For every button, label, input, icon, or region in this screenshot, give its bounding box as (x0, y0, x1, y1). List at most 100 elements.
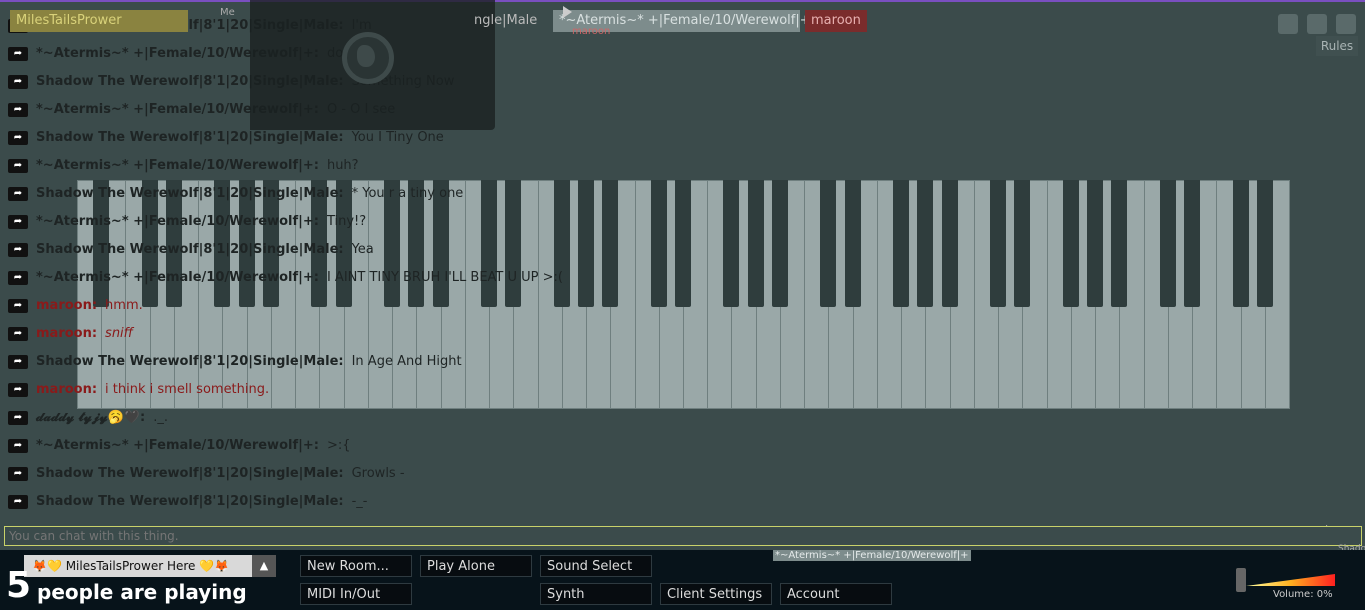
cursor-label-atermis: *~Atermis~* +|Female/10/Werewolf|+ (773, 550, 971, 561)
chat-author: Shadow The Werewolf|8'1|20|Single|Male: (36, 130, 344, 145)
reddit-icon[interactable] (1278, 14, 1298, 34)
new-room-button[interactable]: New Room... (300, 555, 412, 577)
participant-maroon[interactable]: maroon (805, 10, 867, 32)
reply-icon[interactable]: ➦ (8, 466, 28, 481)
volume-label: Volume: 0% (1273, 589, 1333, 600)
black-key[interactable] (941, 180, 958, 307)
sound-select-button[interactable]: Sound Select (540, 555, 652, 577)
reply-icon[interactable]: ➦ (8, 158, 28, 173)
black-key[interactable] (990, 180, 1007, 307)
volume-knob[interactable] (1236, 568, 1246, 592)
chat-author: *~Atermis~* +|Female/10/Werewolf|+: (36, 158, 319, 173)
chat-text: Yea (351, 242, 374, 257)
reply-icon[interactable]: ➦ (8, 438, 28, 453)
chat-author: *~Atermis~* +|Female/10/Werewolf|+: (36, 270, 319, 285)
chat-author: maroon: (36, 298, 98, 313)
chat-author: *~Atermis~* +|Female/10/Werewolf|+: (36, 214, 319, 229)
chat-author: maroon: (36, 326, 98, 341)
chat-text: hmm. (105, 298, 143, 313)
discord-icon[interactable] (1307, 14, 1327, 34)
black-key[interactable] (917, 180, 934, 307)
chat-text: Tiny!? (326, 214, 367, 229)
black-key[interactable] (1062, 180, 1079, 307)
chat-message: ➦ Shadow The Werewolf|8'1|20|Single|Male:… (8, 180, 708, 208)
reply-icon[interactable]: ➦ (8, 298, 28, 313)
reply-icon[interactable]: ➦ (8, 382, 28, 397)
chat-input[interactable] (4, 526, 1362, 546)
chat-author: maroon: (36, 382, 98, 397)
chat-text: i think i smell something. (105, 382, 270, 397)
black-key[interactable] (844, 180, 861, 307)
maroon-cursor-label: maroon (572, 26, 611, 37)
player-count-number: 5 (6, 565, 32, 606)
chevron-up-icon[interactable]: ▲ (252, 555, 276, 577)
chat-author: Shadow The Werewolf|8'1|20|Single|Male: (36, 494, 344, 509)
chat-text: You I Tiny One (351, 130, 444, 145)
black-key[interactable] (1256, 180, 1273, 307)
midi-button[interactable]: MIDI In/Out (300, 583, 412, 605)
reply-icon[interactable]: ➦ (8, 326, 28, 341)
user-name-pill[interactable]: 🦊💛 MilesTailsPrower Here 💛🦊 ▲ (24, 555, 276, 577)
user-name-label: 🦊💛 MilesTailsPrower Here 💛🦊 (32, 559, 230, 573)
mouse-cursor-icon (563, 6, 572, 18)
participant-shadow[interactable]: ngle|Male (468, 10, 543, 32)
chat-author: Shadow The Werewolf|8'1|20|Single|Male: (36, 354, 344, 369)
chat-author: 𝓭𝓪𝓭𝓭𝔂 𝓽𝔂𝓳𝔂🥱🖤: (36, 410, 146, 425)
chat-message: ➦ Shadow The Werewolf|8'1|20|Single|Male:… (8, 348, 708, 376)
black-key[interactable] (1087, 180, 1104, 307)
volume-slider[interactable] (1246, 574, 1335, 586)
chat-message: ➦ *~Atermis~* +|Female/10/Werewolf|+: Tiny… (8, 208, 708, 236)
chat-text: ._. (153, 410, 169, 425)
black-key[interactable] (747, 180, 764, 307)
top-accent-line (0, 0, 1365, 2)
black-key[interactable] (893, 180, 910, 307)
chat-author: Shadow The Werewolf|8'1|20|Single|Male: (36, 186, 344, 201)
reply-icon[interactable]: ➦ (8, 46, 28, 61)
chat-message: ➦ Shadow The Werewolf|8'1|20|Single|Male:… (8, 236, 708, 264)
chat-text: I AINT TINY BRUH I'LL BEAT U UP >:( (326, 270, 563, 285)
account-button[interactable]: Account (780, 583, 892, 605)
reply-icon[interactable]: ➦ (8, 186, 28, 201)
reply-icon[interactable]: ➦ (8, 214, 28, 229)
black-key[interactable] (771, 180, 788, 307)
chat-message: ➦ Shadow The Werewolf|8'1|20|Single|Male:… (8, 460, 708, 488)
black-key[interactable] (1232, 180, 1249, 307)
black-key[interactable] (723, 180, 740, 307)
chat-message: ➦ *~Atermis~* +|Female/10/Werewolf|+: I AI… (8, 264, 708, 292)
chat-author: *~Atermis~* +|Female/10/Werewolf|+: (36, 438, 319, 453)
client-settings-button[interactable]: Client Settings (660, 583, 772, 605)
participant-me[interactable]: MilesTailsPrower (10, 10, 188, 32)
reply-icon[interactable]: ➦ (8, 494, 28, 509)
play-alone-button[interactable]: Play Alone (420, 555, 532, 577)
reply-icon[interactable]: ➦ (8, 242, 28, 257)
black-key[interactable] (820, 180, 837, 307)
chat-message: ➦ maroon: hmm. (8, 292, 708, 320)
chat-message: ➦ *~Atermis~* +|Female/10/Werewolf|+: huh? (8, 152, 708, 180)
reply-icon[interactable]: ➦ (8, 74, 28, 89)
chat-message: ➦ maroon: i think i smell something. (8, 376, 708, 404)
chat-text: In Age And Hight (351, 354, 462, 369)
globe-icon (342, 32, 394, 84)
reply-icon[interactable]: ➦ (8, 270, 28, 285)
black-key[interactable] (1111, 180, 1128, 307)
black-key[interactable] (1184, 180, 1201, 307)
chat-text: -_- (351, 494, 368, 509)
reply-icon[interactable]: ➦ (8, 354, 28, 369)
reply-icon[interactable]: ➦ (8, 410, 28, 425)
chat-text: >:{ (326, 438, 351, 453)
chat-text: Growls - (351, 466, 405, 481)
black-key[interactable] (1159, 180, 1176, 307)
bottom-bar: 🦊💛 MilesTailsPrower Here 💛🦊 ▲ 5 people a… (0, 550, 1365, 610)
me-badge: Me (220, 7, 235, 18)
chat-text: huh? (326, 158, 359, 173)
rules-button[interactable]: Rules (1316, 36, 1358, 56)
chat-message: ➦ Shadow The Werewolf|8'1|20|Single|Male:… (8, 488, 708, 516)
black-key[interactable] (1014, 180, 1031, 307)
chat-message: ➦ 𝓭𝓪𝓭𝓭𝔂 𝓽𝔂𝓳𝔂🥱🖤: ._. (8, 404, 708, 432)
chat-author: Shadow The Werewolf|8'1|20|Single|Male: (36, 242, 344, 257)
participant-bar: MilesTailsPrower Me ngle|Male *~Atermis~… (0, 4, 1365, 37)
reply-icon[interactable]: ➦ (8, 130, 28, 145)
synth-button[interactable]: Synth (540, 583, 652, 605)
reply-icon[interactable]: ➦ (8, 102, 28, 117)
pages-icon[interactable] (1336, 14, 1356, 34)
